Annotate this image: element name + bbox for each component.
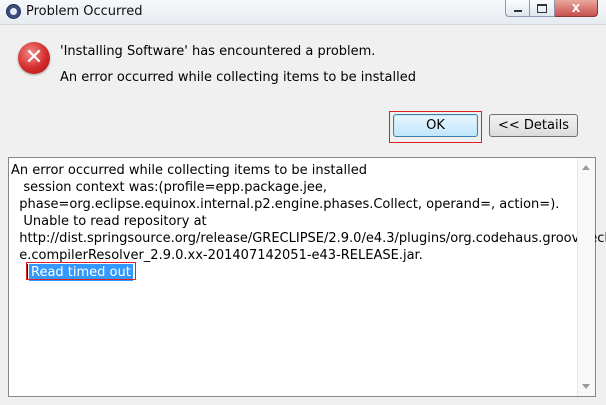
- details-line: session context was:(profile=epp.package…: [11, 180, 327, 195]
- maximize-icon: [537, 3, 547, 13]
- error-icon: ✕: [18, 42, 50, 74]
- maximize-button[interactable]: [530, 0, 555, 17]
- minimize-button[interactable]: [505, 0, 530, 17]
- message-detail: An error occurred while collecting items…: [60, 70, 416, 85]
- minimize-icon: [513, 10, 522, 12]
- details-line: http://dist.springsource.org/release/GRE…: [11, 231, 606, 246]
- title-bar[interactable]: Problem Occurred X: [0, 0, 606, 25]
- eclipse-app-icon: [6, 4, 21, 19]
- details-toggle-button[interactable]: << Details: [489, 114, 578, 137]
- details-line: An error occurred while collecting items…: [11, 163, 367, 178]
- details-text-area[interactable]: An error occurred while collecting items…: [8, 157, 606, 397]
- details-line: Unable to read repository at: [11, 214, 207, 229]
- close-icon: X: [571, 1, 581, 15]
- message-title: 'Installing Software' has encountered a …: [60, 44, 376, 59]
- details-line: phase=org.eclipse.equinox.internal.p2.en…: [11, 197, 560, 212]
- scroll-up-arrow-icon[interactable]: [582, 165, 590, 170]
- ok-button[interactable]: OK: [393, 114, 478, 137]
- selected-text-highlight: [26, 262, 136, 280]
- details-text: An error occurred while collecting items…: [11, 162, 606, 264]
- window-title: Problem Occurred: [26, 4, 143, 19]
- window-controls: X: [505, 0, 598, 18]
- close-button[interactable]: X: [555, 0, 598, 17]
- scroll-down-arrow-icon[interactable]: [582, 384, 590, 389]
- vertical-scrollbar[interactable]: [577, 158, 595, 396]
